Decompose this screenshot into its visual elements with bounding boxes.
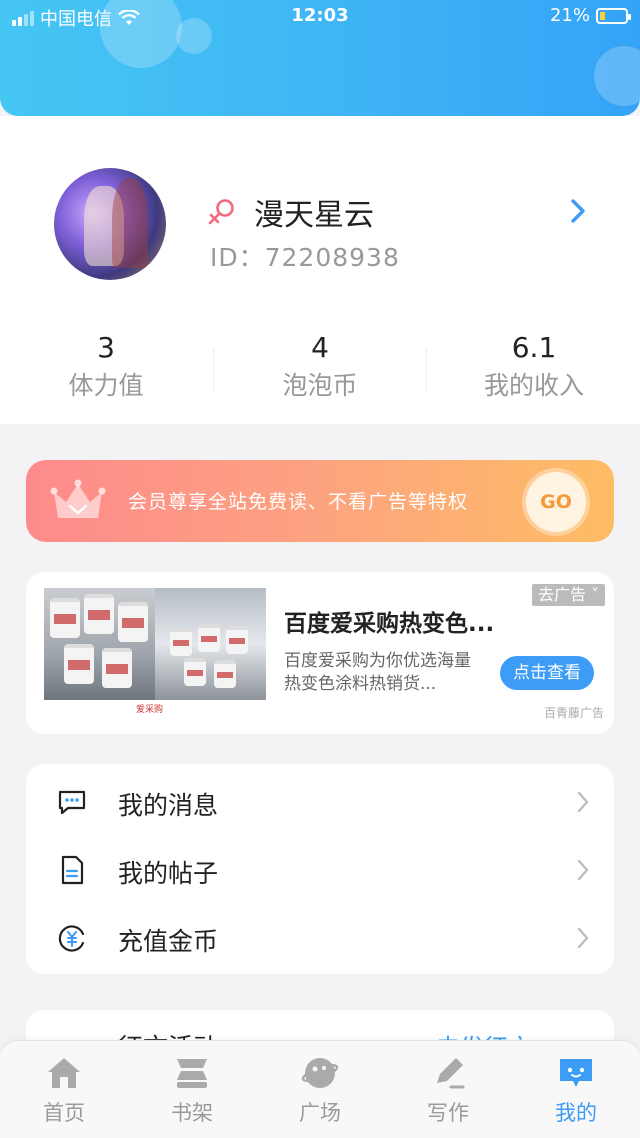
stat-stamina[interactable]: 3 体力值: [0, 330, 212, 404]
menu-label: 我的帖子: [118, 859, 219, 888]
chevron-right-icon[interactable]: [566, 196, 590, 226]
tab-bar: 首页 书架 广场 写作 我的: [0, 1040, 640, 1138]
tab-plaza[interactable]: 广场: [256, 1055, 384, 1127]
tab-label: 书架: [171, 1101, 213, 1125]
stat-income[interactable]: 6.1 我的收入: [428, 330, 640, 404]
menu-card: 我的消息 我的帖子 充值金币: [26, 764, 614, 974]
header-banner: 中国电信 12:03 21%: [0, 0, 640, 116]
chevron-right-icon: [577, 791, 589, 813]
status-time: 12:03: [291, 5, 349, 26]
status-bar: 中国电信 12:03 21%: [0, 0, 640, 36]
stat-value: 3: [97, 331, 115, 364]
stat-value: 6.1: [511, 331, 557, 364]
tab-label: 写作: [427, 1101, 469, 1125]
ad-title: 百度爱采购热变色...: [284, 611, 495, 637]
ad-image-logo: 爱采购: [136, 705, 164, 714]
ad-image[interactable]: 爱采购: [44, 588, 266, 714]
home-icon: [48, 1058, 80, 1088]
decor-bubble: [594, 46, 640, 106]
stat-label: 泡泡币: [282, 371, 358, 400]
ad-card[interactable]: 爱采购 去广告 ˅ 百度爱采购热变色... 百度爱采购为你优选海量热变色涂料热销…: [26, 572, 614, 734]
ad-source: 百青藤广告: [544, 706, 605, 720]
stat-bubble-coins[interactable]: 4 泡泡币: [214, 330, 426, 404]
user-id: ID：72208938: [210, 243, 400, 272]
female-gender-icon: [208, 199, 234, 225]
tab-label: 我的: [555, 1101, 597, 1125]
vip-text: 会员尊享全站免费读、不看广告等特权: [128, 491, 469, 513]
battery-icon: [596, 7, 631, 24]
tab-write[interactable]: 写作: [384, 1055, 512, 1127]
ad-description: 百度爱采购为你优选海量热变色涂料热销货...: [284, 651, 471, 694]
tab-bookshelf[interactable]: 书架: [128, 1055, 256, 1127]
tab-home[interactable]: 首页: [0, 1055, 128, 1127]
pen-icon: [437, 1058, 465, 1089]
menu-item-posts[interactable]: 我的帖子: [26, 836, 614, 904]
go-button[interactable]: GO: [526, 472, 586, 532]
bookshelf-icon: [177, 1059, 207, 1088]
plaza-icon: [301, 1058, 339, 1088]
avatar[interactable]: [54, 168, 166, 280]
remove-ad-label: 去广告: [538, 585, 587, 604]
tab-mine[interactable]: 我的: [512, 1055, 640, 1127]
chevron-right-icon: [577, 859, 589, 881]
crown-icon: [50, 479, 106, 518]
menu-item-recharge[interactable]: 充值金币: [26, 904, 614, 972]
chevron-right-icon: [577, 927, 589, 949]
stat-label: 我的收入: [483, 371, 584, 400]
menu-item-messages[interactable]: 我的消息: [26, 768, 614, 836]
tab-label: 广场: [299, 1101, 341, 1125]
coin-icon: [58, 925, 85, 952]
menu-label: 充值金币: [118, 927, 219, 956]
profile-panel: 漫天星云 ID：72208938 3 体力值 4 泡泡币 6.1 我的收入: [0, 116, 640, 424]
document-icon: [61, 855, 84, 885]
message-icon: [58, 790, 86, 815]
vip-banner[interactable]: 会员尊享全站免费读、不看广告等特权 GO: [26, 460, 614, 542]
stats-row: 3 体力值 4 泡泡币 6.1 我的收入: [0, 330, 640, 410]
stat-value: 4: [311, 331, 329, 364]
remove-ad-button[interactable]: 去广告 ˅: [532, 584, 606, 606]
battery-percent: 21%: [549, 5, 590, 26]
user-name[interactable]: 漫天星云: [254, 190, 374, 234]
ad-cta-button[interactable]: 点击查看: [500, 656, 594, 690]
menu-label: 我的消息: [118, 791, 219, 820]
profile-icon: [560, 1059, 592, 1087]
tab-label: 首页: [43, 1101, 85, 1125]
divider: [426, 348, 427, 394]
stat-label: 体力值: [68, 371, 144, 400]
